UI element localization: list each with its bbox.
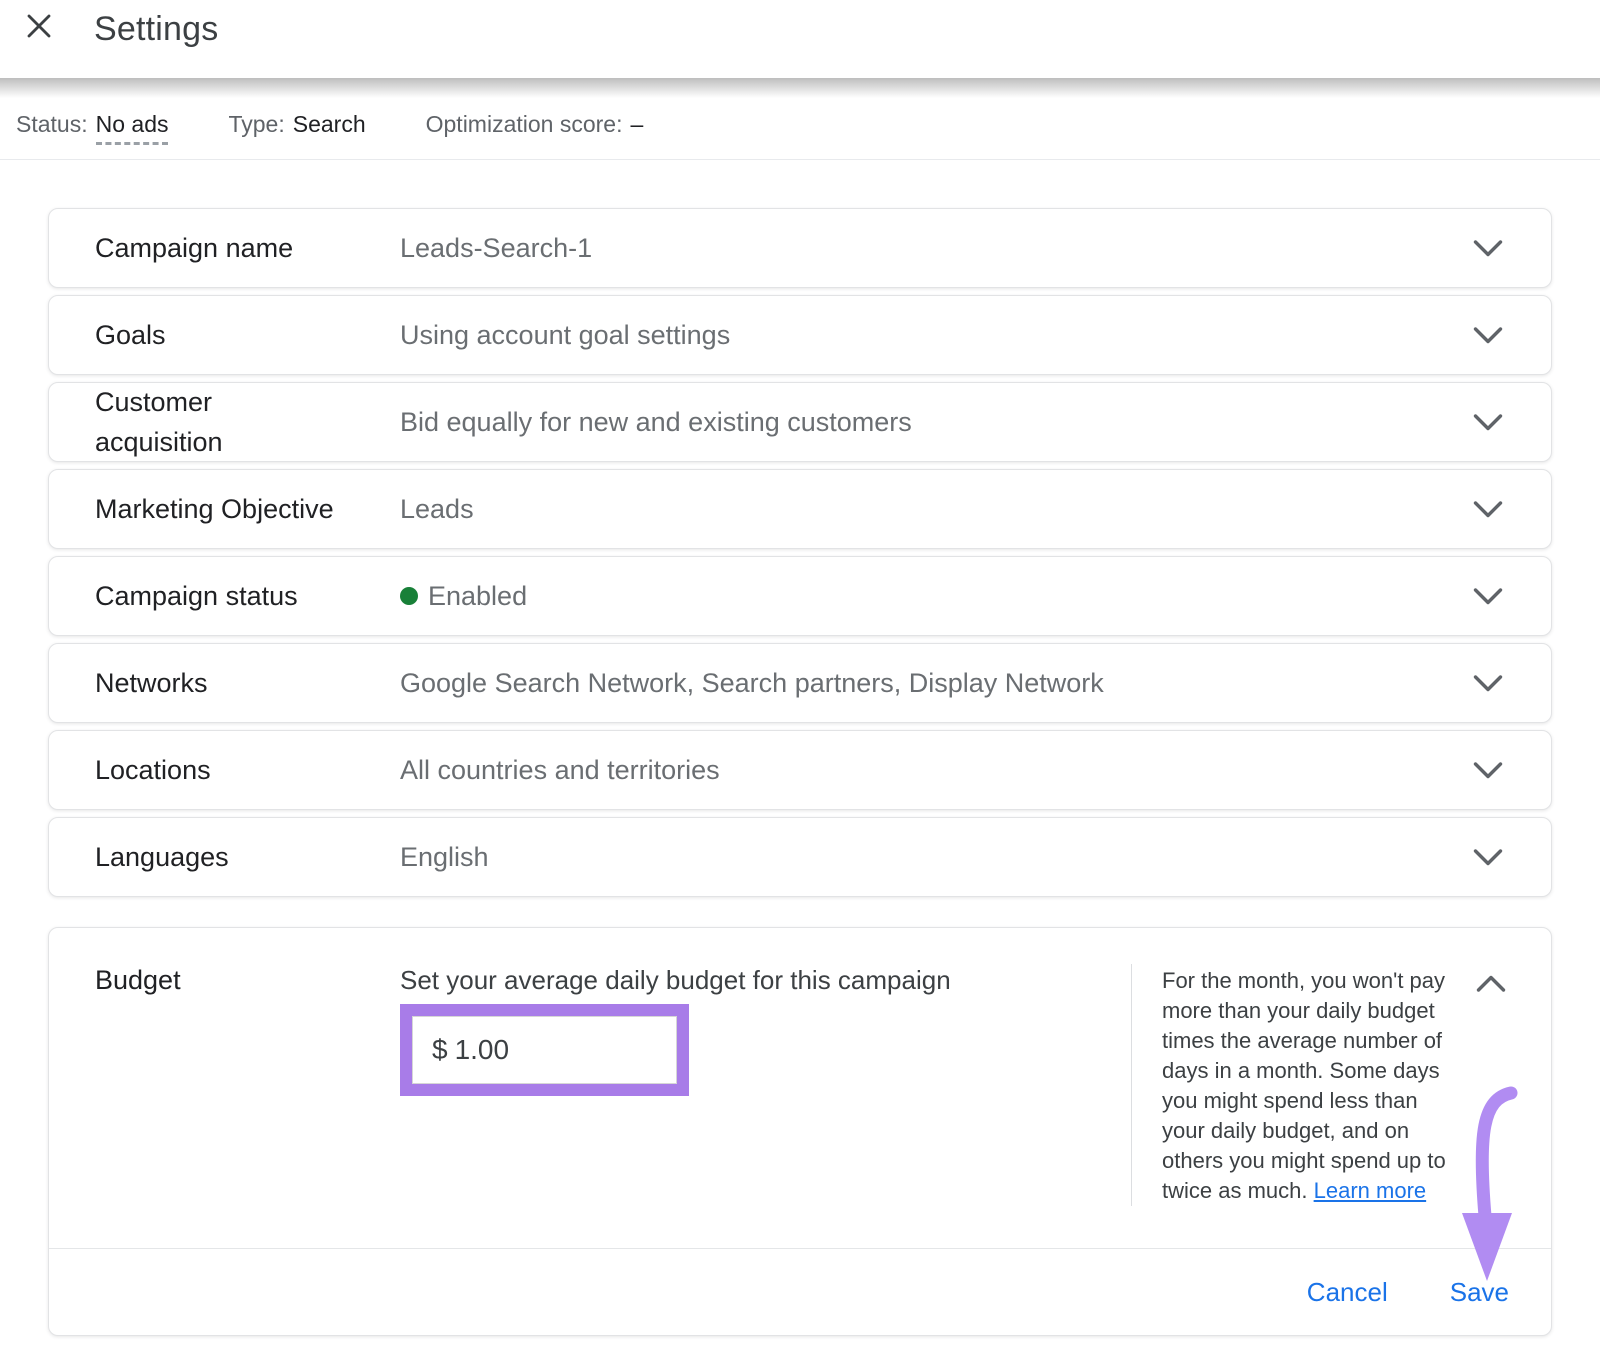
main-content: Campaign name Leads-Search-1 Goals Using…	[0, 208, 1600, 1336]
setting-value: All countries and territories	[400, 755, 1473, 786]
settings-panel: Settings Status:No ads Type:Search Optim…	[0, 0, 1600, 1336]
optimization-score-value: –	[630, 111, 643, 137]
budget-card: Budget Set your average daily budget for…	[48, 927, 1552, 1336]
collapse-section-button[interactable]	[1476, 974, 1506, 996]
optimization-score-label: Optimization score:	[426, 111, 623, 137]
chevron-down-icon[interactable]	[1473, 761, 1503, 780]
setting-value-text: Bid equally for new and existing custome…	[400, 407, 912, 438]
page-title: Settings	[94, 10, 218, 49]
settings-row[interactable]: Customer acquisition Bid equally for new…	[48, 382, 1552, 462]
budget-amount: 1.00	[455, 1034, 510, 1066]
setting-value: Google Search Network, Search partners, …	[400, 668, 1473, 699]
status-item-type: Type: Search	[228, 111, 365, 138]
setting-value-text: Leads	[400, 494, 474, 525]
setting-value-text: All countries and territories	[400, 755, 720, 786]
setting-value: Enabled	[400, 581, 1473, 612]
settings-row[interactable]: Goals Using account goal settings	[48, 295, 1552, 375]
status-value[interactable]: No ads	[96, 111, 169, 145]
learn-more-link[interactable]: Learn more	[1314, 1178, 1427, 1203]
setting-label: Languages	[95, 837, 400, 877]
budget-help-text: For the month, you won't pay more than y…	[1162, 966, 1450, 1206]
setting-value-text: English	[400, 842, 489, 873]
setting-label: Customer acquisition	[95, 382, 400, 462]
close-button[interactable]	[26, 13, 52, 39]
setting-value-text: Google Search Network, Search partners, …	[400, 668, 1104, 699]
settings-row[interactable]: Networks Google Search Network, Search p…	[48, 643, 1552, 723]
settings-list: Campaign name Leads-Search-1 Goals Using…	[48, 208, 1552, 897]
setting-value: Leads	[400, 494, 1473, 525]
setting-value: Bid equally for new and existing custome…	[400, 407, 1473, 438]
header: Settings	[0, 0, 1600, 78]
settings-row[interactable]: Languages English	[48, 817, 1552, 897]
setting-label: Marketing Objective	[95, 489, 400, 529]
status-item-status: Status:No ads	[16, 111, 168, 138]
enabled-status-dot-icon	[400, 587, 418, 605]
setting-value-text: Enabled	[428, 581, 527, 612]
save-button[interactable]: Save	[1448, 1271, 1511, 1314]
setting-value-text: Leads-Search-1	[400, 233, 592, 264]
chevron-up-icon	[1476, 974, 1506, 993]
close-icon	[26, 13, 52, 39]
settings-row[interactable]: Campaign name Leads-Search-1	[48, 208, 1552, 288]
setting-label: Campaign status	[95, 576, 400, 616]
settings-row[interactable]: Campaign status Enabled	[48, 556, 1552, 636]
help-text-body: For the month, you won't pay more than y…	[1162, 968, 1446, 1203]
daily-budget-input[interactable]: $ 1.00	[412, 1016, 677, 1084]
chevron-down-icon[interactable]	[1473, 500, 1503, 519]
settings-row[interactable]: Marketing Objective Leads	[48, 469, 1552, 549]
chevron-down-icon[interactable]	[1473, 239, 1503, 258]
setting-value: Using account goal settings	[400, 320, 1473, 351]
chevron-down-icon[interactable]	[1473, 674, 1503, 693]
setting-label: Locations	[95, 750, 400, 790]
status-bar: Status:No ads Type:Search Optimization s…	[0, 78, 1600, 160]
budget-help-panel: For the month, you won't pay more than y…	[1131, 964, 1551, 1206]
setting-label: Networks	[95, 663, 400, 703]
chevron-down-icon[interactable]	[1473, 848, 1503, 867]
budget-main: Set your average daily budget for this c…	[400, 964, 1131, 1096]
currency-symbol: $	[432, 1034, 448, 1066]
type-value: Search	[293, 111, 366, 137]
budget-description: Set your average daily budget for this c…	[400, 964, 1131, 996]
setting-value-text: Using account goal settings	[400, 320, 730, 351]
status-item-optimization-score: Optimization score:–	[426, 111, 644, 138]
budget-label: Budget	[95, 964, 400, 996]
budget-body: Budget Set your average daily budget for…	[49, 928, 1551, 1248]
budget-input-highlight: $ 1.00	[400, 1004, 689, 1096]
chevron-down-icon[interactable]	[1473, 326, 1503, 345]
budget-footer: Cancel Save	[49, 1248, 1551, 1335]
setting-label: Goals	[95, 315, 400, 355]
type-label: Type:	[228, 111, 284, 137]
cancel-button[interactable]: Cancel	[1305, 1271, 1390, 1314]
status-label: Status:	[16, 111, 88, 137]
setting-value: English	[400, 842, 1473, 873]
setting-value: Leads-Search-1	[400, 233, 1473, 264]
settings-row[interactable]: Locations All countries and territories	[48, 730, 1552, 810]
setting-label: Campaign name	[95, 228, 400, 268]
chevron-down-icon[interactable]	[1473, 413, 1503, 432]
chevron-down-icon[interactable]	[1473, 587, 1503, 606]
